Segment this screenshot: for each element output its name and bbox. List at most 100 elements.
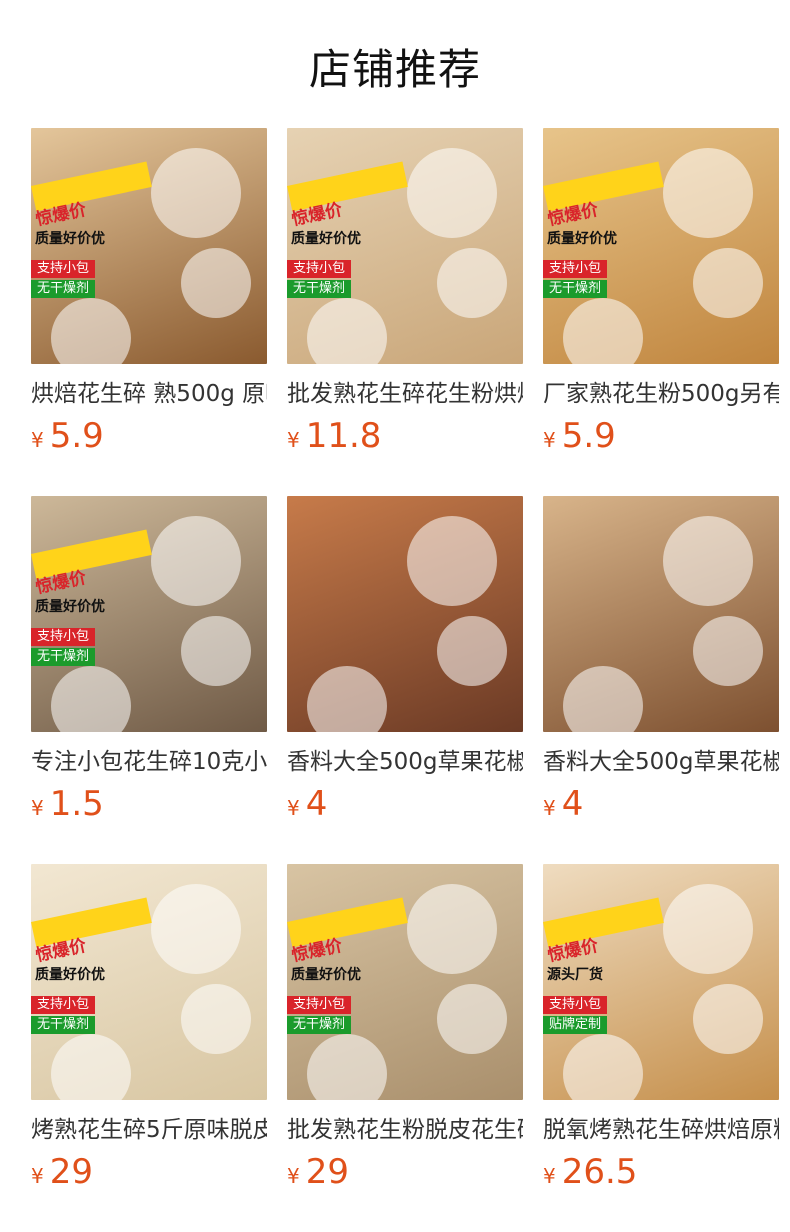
promo-desiccant-label: 无干燥剂 (287, 280, 352, 298)
currency-symbol: ¥ (31, 428, 44, 452)
product-card[interactable]: 惊爆价源头厂货支持小包贴牌定制脱氧烤熟花生碎烘焙原料商用¥26.5 (543, 864, 779, 1192)
promo-desiccant-label: 无干燥剂 (543, 280, 608, 298)
decorative-shape (563, 298, 643, 364)
price-value: 11.8 (305, 416, 382, 456)
decorative-shape (693, 248, 763, 318)
decorative-shape (437, 248, 507, 318)
product-price: ¥4 (287, 784, 523, 824)
promo-desiccant-label: 贴牌定制 (543, 1016, 608, 1034)
product-name[interactable]: 专注小包花生碎10克小包装 (31, 746, 267, 778)
promo-small-pack-label: 支持小包 (31, 628, 96, 646)
decorative-shape (407, 148, 497, 238)
promo-quality-label: 质量好价优 (547, 231, 617, 247)
currency-symbol: ¥ (287, 428, 300, 452)
promo-quality-label: 源头厂货 (547, 967, 603, 983)
decorative-shape (51, 666, 131, 732)
product-name[interactable]: 批发熟花生粉脱皮花生碎5斤 (287, 1114, 523, 1146)
decorative-shape (181, 984, 251, 1054)
product-card[interactable]: 惊爆价质量好价优支持小包无干燥剂批发熟花生碎花生粉烘焙原料¥11.8 (287, 128, 523, 456)
product-name[interactable]: 烘焙花生碎 熟500g 原味脱皮花生粒 (31, 378, 267, 410)
product-image[interactable]: 惊爆价 质量好价优 支持小包 无干燥剂 (31, 496, 267, 732)
product-image[interactable]: 惊爆价 质量好价优 支持小包 无干燥剂 (287, 128, 523, 364)
product-card[interactable]: 惊爆价质量好价优支持小包无干燥剂专注小包花生碎10克小包装¥1.5 (31, 496, 267, 824)
decorative-shape (663, 148, 753, 238)
product-image[interactable]: 惊爆价 源头厂货 支持小包 贴牌定制 (543, 864, 779, 1100)
promo-quality-label: 质量好价优 (291, 967, 361, 983)
promo-quality-label: 质量好价优 (35, 599, 105, 615)
currency-symbol: ¥ (543, 796, 556, 820)
product-name[interactable]: 香料大全500g草果花椒桂皮 (543, 746, 779, 778)
promo-desiccant-label: 无干燥剂 (31, 648, 96, 666)
decorative-shape (307, 298, 387, 364)
decorative-shape (693, 984, 763, 1054)
product-price: ¥29 (31, 1152, 267, 1192)
promo-small-pack-label: 支持小包 (287, 996, 352, 1014)
product-card[interactable]: 惊爆价质量好价优支持小包无干燥剂烤熟花生碎5斤原味脱皮商用¥29 (31, 864, 267, 1192)
promo-small-pack-label: 支持小包 (31, 260, 96, 278)
decorative-shape (151, 148, 241, 238)
currency-symbol: ¥ (543, 1164, 556, 1188)
decorative-shape (563, 1034, 643, 1100)
currency-symbol: ¥ (31, 796, 44, 820)
decorative-shape (151, 884, 241, 974)
price-value: 5.9 (561, 416, 616, 456)
price-value: 29 (49, 1152, 93, 1192)
decorative-shape (307, 666, 387, 732)
decorative-shape (693, 616, 763, 686)
decorative-shape (151, 516, 241, 606)
product-card[interactable]: 惊爆价质量好价优支持小包无干燥剂厂家熟花生粉500g另有花生碎¥5.9 (543, 128, 779, 456)
promo-quality-label: 质量好价优 (35, 967, 105, 983)
currency-symbol: ¥ (287, 1164, 300, 1188)
product-image[interactable] (543, 496, 779, 732)
product-name[interactable]: 批发熟花生碎花生粉烘焙原料 (287, 378, 523, 410)
promo-desiccant-label: 无干燥剂 (287, 1016, 352, 1034)
product-card[interactable]: 惊爆价质量好价优支持小包无干燥剂批发熟花生粉脱皮花生碎5斤¥29 (287, 864, 523, 1192)
decorative-shape (51, 1034, 131, 1100)
promo-small-pack-label: 支持小包 (543, 996, 608, 1014)
promo-small-pack-label: 支持小包 (287, 260, 352, 278)
promo-desiccant-label: 无干燥剂 (31, 1016, 96, 1034)
product-card[interactable]: 香料大全500g草果花椒八角 ¥4 (287, 496, 523, 824)
product-image[interactable] (287, 496, 523, 732)
decorative-shape (437, 616, 507, 686)
product-price: ¥5.9 (31, 416, 267, 456)
decorative-shape (407, 516, 497, 606)
promo-quality-label: 质量好价优 (291, 231, 361, 247)
product-name[interactable]: 香料大全500g草果花椒八角 (287, 746, 523, 778)
decorative-shape (307, 1034, 387, 1100)
decorative-shape (51, 298, 131, 364)
price-value: 29 (305, 1152, 349, 1192)
product-card[interactable]: 香料大全500g草果花椒桂皮 ¥4 (543, 496, 779, 824)
promo-small-pack-label: 支持小包 (31, 996, 96, 1014)
promo-desiccant-label: 无干燥剂 (31, 280, 96, 298)
product-image[interactable]: 惊爆价 质量好价优 支持小包 无干燥剂 (543, 128, 779, 364)
currency-symbol: ¥ (287, 796, 300, 820)
product-price: ¥11.8 (287, 416, 523, 456)
product-name[interactable]: 厂家熟花生粉500g另有花生碎 (543, 378, 779, 410)
currency-symbol: ¥ (31, 1164, 44, 1188)
decorative-shape (663, 516, 753, 606)
product-image[interactable]: 惊爆价 质量好价优 支持小包 无干燥剂 (31, 864, 267, 1100)
decorative-shape (437, 984, 507, 1054)
product-price: ¥29 (287, 1152, 523, 1192)
decorative-shape (407, 884, 497, 974)
price-value: 4 (305, 784, 328, 824)
product-price: ¥5.9 (543, 416, 779, 456)
promo-small-pack-label: 支持小包 (543, 260, 608, 278)
product-name[interactable]: 烤熟花生碎5斤原味脱皮商用 (31, 1114, 267, 1146)
price-value: 5.9 (49, 416, 104, 456)
price-value: 4 (561, 784, 584, 824)
product-name[interactable]: 脱氧烤熟花生碎烘焙原料商用 (543, 1114, 779, 1146)
product-card[interactable]: 惊爆价质量好价优支持小包无干燥剂烘焙花生碎 熟500g 原味脱皮花生粒¥5.9 (31, 128, 267, 456)
promo-quality-label: 质量好价优 (35, 231, 105, 247)
product-image[interactable]: 惊爆价 质量好价优 支持小包 无干燥剂 (31, 128, 267, 364)
page-title: 店铺推荐 (308, 45, 481, 94)
product-price: ¥4 (543, 784, 779, 824)
decorative-shape (181, 248, 251, 318)
product-price: ¥1.5 (31, 784, 267, 824)
currency-symbol: ¥ (543, 428, 556, 452)
decorative-shape (663, 884, 753, 974)
price-value: 1.5 (49, 784, 104, 824)
price-value: 26.5 (561, 1152, 638, 1192)
product-image[interactable]: 惊爆价 质量好价优 支持小包 无干燥剂 (287, 864, 523, 1100)
